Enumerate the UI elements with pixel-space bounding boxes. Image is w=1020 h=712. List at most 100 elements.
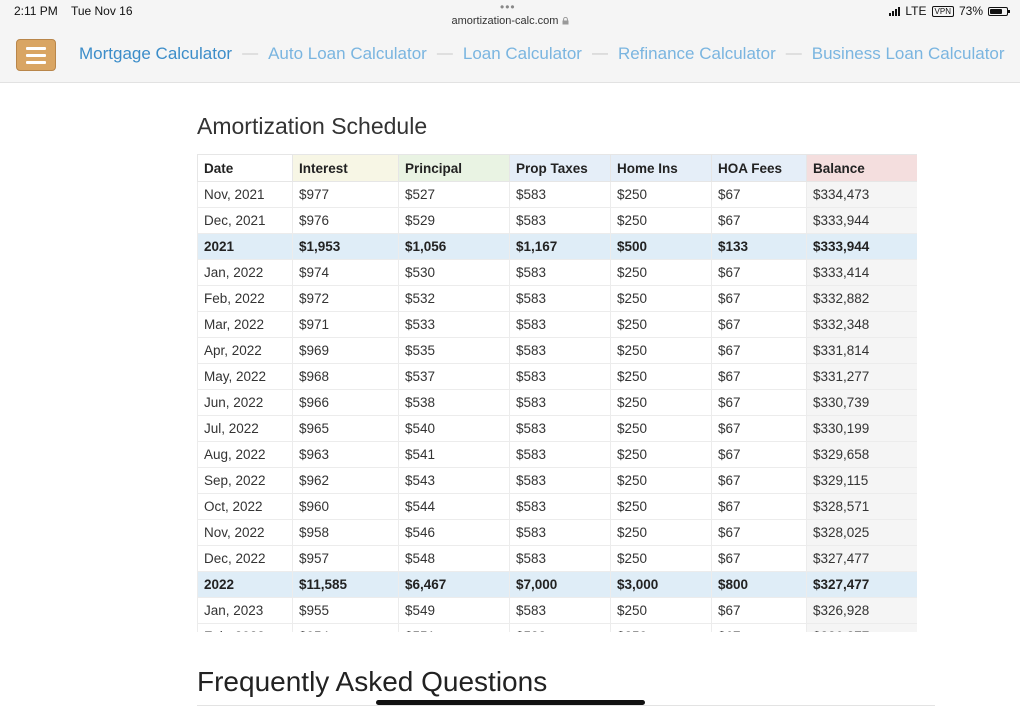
cell-home-ins: $250 [610,545,712,572]
battery-icon [988,6,1010,16]
cell-home-ins: $250 [610,623,712,632]
table-row: Apr, 2022 $969 $535 $583 $250 $67 $331,814 [197,337,917,364]
table-row: Aug, 2022 $963 $541 $583 $250 $67 $329,658 [197,441,917,468]
cell-prop-taxes: $583 [509,259,611,286]
cell-prop-taxes: $1,167 [509,233,611,260]
cell-balance: $326,377 [806,623,917,632]
table-body: Nov, 2021 $977 $527 $583 $250 $67 $334,473 Dec,… [197,181,917,632]
cell-interest: $963 [292,441,399,468]
cell-home-ins: $250 [610,285,712,312]
address-bar[interactable]: amortization-calc.com [0,15,1020,27]
cell-hoa-fees: $133 [711,233,807,260]
table-row: Jan, 2022 $974 $530 $583 $250 $67 $333,414 [197,259,917,286]
cell-date: Sep, 2022 [197,467,293,494]
cell-interest: $966 [292,389,399,416]
cell-home-ins: $250 [610,181,712,208]
vpn-badge: VPN [931,5,954,17]
cell-hoa-fees: $67 [711,311,807,338]
cell-home-ins: $250 [610,311,712,338]
cell-prop-taxes: $583 [509,519,611,546]
cell-principal: $527 [398,181,510,208]
cell-balance: $333,414 [806,259,917,286]
year-summary-row: 2021 $1,953 $1,056 $1,167 $500 $133 $333,944 [197,233,917,260]
nav-separator: — [785,45,802,62]
nav-link-refinance-calculator[interactable]: Refinance Calculator [618,44,776,64]
cell-date: 2021 [197,233,293,260]
cell-principal: $546 [398,519,510,546]
cell-prop-taxes: $583 [509,493,611,520]
cell-date: Jan, 2022 [197,259,293,286]
column-header-interest: Interest [292,154,399,182]
nav-link-loan-calculator[interactable]: Loan Calculator [463,44,582,64]
table-row: May, 2022 $968 $537 $583 $250 $67 $331,277 [197,363,917,390]
cell-date: Oct, 2022 [197,493,293,520]
cell-hoa-fees: $67 [711,467,807,494]
cell-prop-taxes: $7,000 [509,571,611,598]
nav-link-business-loan-calculator[interactable]: Business Loan Calculator [812,44,1005,64]
cell-hoa-fees: $67 [711,363,807,390]
nav-link-auto-loan-calculator[interactable]: Auto Loan Calculator [268,44,427,64]
cell-hoa-fees: $67 [711,623,807,632]
cell-balance: $332,882 [806,285,917,312]
cell-home-ins: $250 [610,467,712,494]
battery-percent: 73% [958,4,983,18]
cell-date: Nov, 2022 [197,519,293,546]
cell-hoa-fees: $67 [711,415,807,442]
cell-date: 2022 [197,571,293,598]
cell-interest: $955 [292,597,399,624]
cell-prop-taxes: $583 [509,389,611,416]
nav-link-mortgage-calculator[interactable]: Mortgage Calculator [79,44,232,64]
cell-home-ins: $250 [610,337,712,364]
cell-principal: $543 [398,467,510,494]
table-row: Mar, 2022 $971 $533 $583 $250 $67 $332,348 [197,311,917,338]
cell-balance: $331,814 [806,337,917,364]
nav-links: Mortgage Calculator — Auto Loan Calculator… [79,44,1005,64]
cell-balance: $326,928 [806,597,917,624]
home-indicator[interactable] [376,700,645,705]
cell-balance: $334,473 [806,181,917,208]
cell-date: Jul, 2022 [197,415,293,442]
amortization-table-container[interactable]: Date Interest Principal Prop Taxes Home … [197,154,917,632]
table-row: Oct, 2022 $960 $544 $583 $250 $67 $328,571 [197,493,917,520]
table-row: Feb, 2023$954$551$583$250$67$326,377 [197,623,917,632]
cell-balance: $333,944 [806,233,917,260]
table-row: Feb, 2022 $972 $532 $583 $250 $67 $332,882 [197,285,917,312]
cell-interest: $954 [292,623,399,632]
cell-home-ins: $250 [610,415,712,442]
cell-prop-taxes: $583 [509,337,611,364]
cell-date: Apr, 2022 [197,337,293,364]
cell-prop-taxes: $583 [509,597,611,624]
column-header-home-ins: Home Ins [610,154,712,182]
cell-hoa-fees: $67 [711,259,807,286]
hamburger-menu-icon[interactable] [16,39,56,71]
cell-principal: $533 [398,311,510,338]
url-text: amortization-calc.com [451,15,559,27]
cell-interest: $957 [292,545,399,572]
cell-principal: $529 [398,207,510,234]
cell-balance: $331,277 [806,363,917,390]
cell-principal: $538 [398,389,510,416]
cell-prop-taxes: $583 [509,441,611,468]
cell-hoa-fees: $67 [711,493,807,520]
year-summary-row: 2022 $11,585 $6,467 $7,000 $3,000 $800 $327,47… [197,571,917,598]
cell-balance: $333,944 [806,207,917,234]
table-row: Dec, 2021 $976 $529 $583 $250 $67 $333,944 [197,207,917,234]
section-title: Amortization Schedule [197,113,428,139]
cell-prop-taxes: $583 [509,311,611,338]
cell-prop-taxes: $583 [509,623,611,632]
cell-balance: $327,477 [806,545,917,572]
cell-hoa-fees: $67 [711,519,807,546]
cell-principal: $537 [398,363,510,390]
nav-separator: — [591,45,608,62]
cell-home-ins: $250 [610,519,712,546]
cell-balance: $329,658 [806,441,917,468]
table-header-row: Date Interest Principal Prop Taxes Home … [197,154,917,182]
cell-hoa-fees: $67 [711,285,807,312]
table-row: Sep, 2022 $962 $543 $583 $250 $67 $329,115 [197,467,917,494]
cell-prop-taxes: $583 [509,415,611,442]
multitasking-dots-icon[interactable]: ••• [500,0,516,14]
cell-balance: $327,477 [806,571,917,598]
cell-balance: $328,025 [806,519,917,546]
cell-interest: $962 [292,467,399,494]
cell-principal: $541 [398,441,510,468]
